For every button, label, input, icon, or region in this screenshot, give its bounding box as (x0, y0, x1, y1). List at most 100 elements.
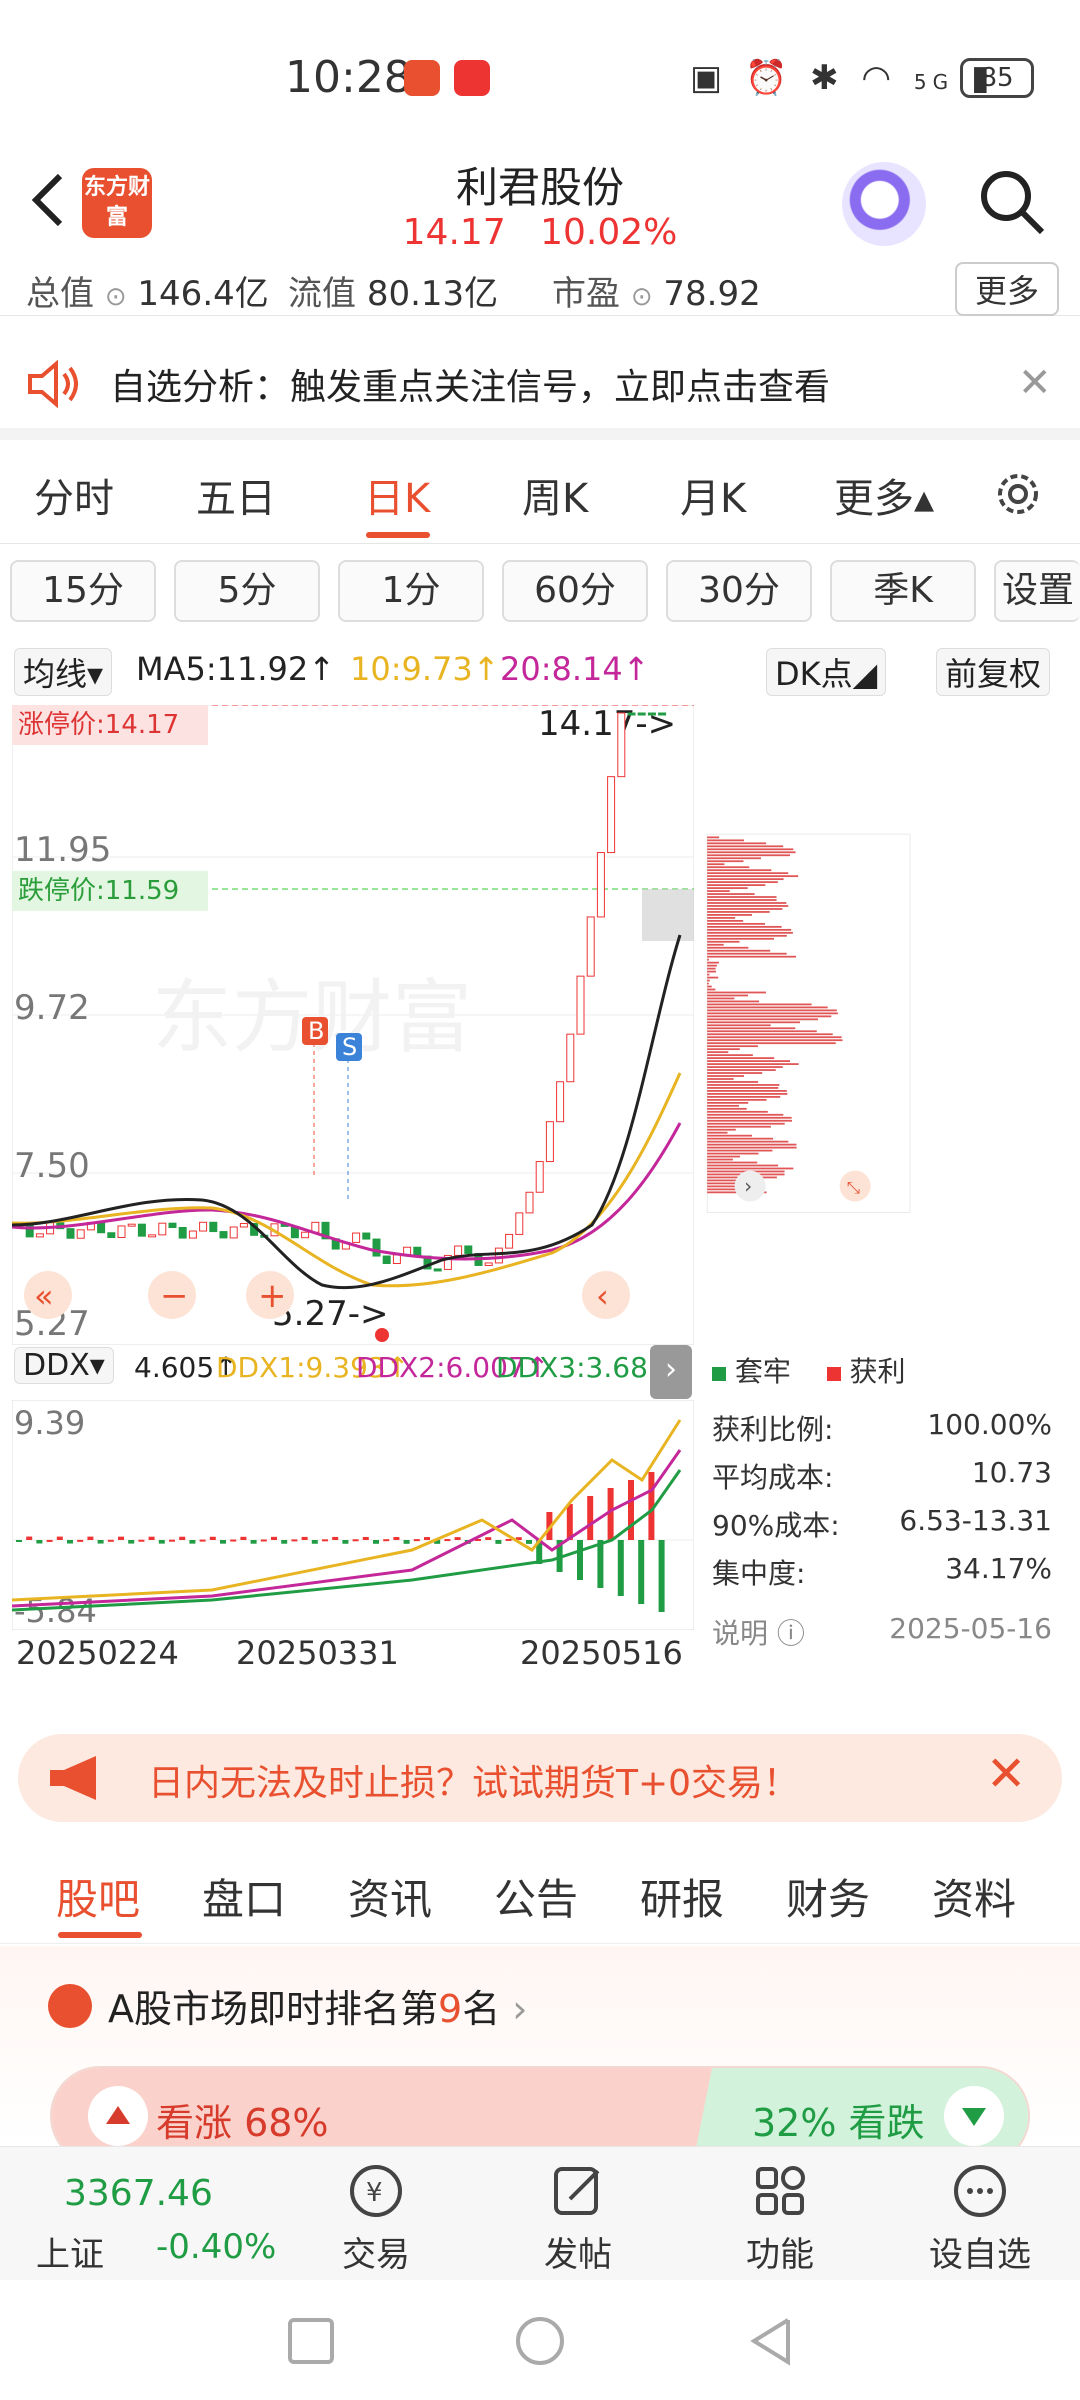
post-button[interactable]: 发帖 (518, 2161, 638, 2276)
home-icon[interactable] (518, 2319, 562, 2363)
close-icon[interactable]: ✕ (986, 1746, 1026, 1802)
period-30m[interactable]: 30分 (666, 560, 812, 622)
tab-orderbook[interactable]: 盘口 (202, 1866, 286, 1927)
current-price-highlight (642, 889, 694, 941)
chip-bar (707, 884, 765, 886)
add-watchlist-button[interactable]: 设自选 (920, 2161, 1040, 2276)
rank-title[interactable]: A股市场即时排名第9名 › (108, 1978, 528, 2033)
tab-intraday[interactable]: 分时 (34, 466, 114, 524)
bullish-label: 看涨 68% (156, 2092, 329, 2147)
chip-bar (707, 1141, 788, 1143)
chip-bar (707, 845, 783, 847)
ddx-bar (189, 1540, 195, 1544)
candle (465, 1246, 472, 1253)
chip-bar (707, 1084, 779, 1086)
notice-text: 自选分析：触发重点关注信号，立即点击查看 (110, 358, 830, 410)
note-link[interactable]: 说明 (712, 1617, 768, 1650)
signal-notice[interactable]: 自选分析：触发重点关注信号，立即点击查看 ✕ (0, 330, 1080, 440)
svg-text:¥: ¥ (366, 2178, 383, 2208)
adjust-selector[interactable]: 前复权 (936, 648, 1050, 696)
active-tab-indicator (58, 1932, 142, 1938)
candle (169, 1223, 176, 1227)
ddx-bar (393, 1537, 399, 1540)
period-settings[interactable]: 设置 (994, 560, 1080, 622)
rank-number: 9 (438, 1987, 462, 2031)
close-icon[interactable]: ✕ (1018, 360, 1052, 406)
chip-bar (707, 932, 793, 934)
ddx-chart[interactable]: 9.39 -5.84 (12, 1400, 694, 1630)
tab-profile[interactable]: 资料 (932, 1866, 1016, 1927)
chevron-right-icon: › (512, 1987, 527, 2031)
kline-chart[interactable]: 东方财富 涨停价:14.17 跌停价:11.59 11.95 9.72 7.50… (12, 705, 694, 1345)
chip-bar (707, 1009, 837, 1011)
tab-monthly-k[interactable]: 月K (680, 466, 746, 524)
gear-icon[interactable] (990, 466, 1046, 522)
vote-down-button[interactable] (944, 2086, 1004, 2146)
chip-bar (707, 854, 790, 856)
period-1m[interactable]: 1分 (338, 560, 484, 622)
post-label: 发帖 (544, 2235, 612, 2275)
more-metrics-button[interactable]: 更多 (955, 262, 1059, 316)
period-15m[interactable]: 15分 (10, 560, 156, 622)
tab-news[interactable]: 资讯 (348, 1866, 432, 1927)
candle (495, 1248, 502, 1263)
chip-distribution-chart[interactable]: › ⤡ (700, 705, 1052, 1345)
chip-bar (707, 1081, 758, 1083)
index-value[interactable]: 3367.46 (64, 2173, 213, 2214)
period-60m[interactable]: 60分 (502, 560, 648, 622)
ddx-expand-icon[interactable]: › (650, 1345, 692, 1399)
tab-more[interactable]: 更多▴ (834, 466, 934, 524)
y-tick: 11.95 (14, 830, 111, 870)
legend-profit: 获利 (849, 1355, 905, 1388)
period-5m[interactable]: 5分 (174, 560, 320, 622)
candle (77, 1230, 84, 1238)
ddx-bar (251, 1540, 257, 1544)
search-icon[interactable] (976, 166, 1048, 238)
recent-apps-icon[interactable] (290, 2320, 332, 2362)
ddx-bar (67, 1540, 73, 1544)
ddx-bar (271, 1537, 277, 1540)
trade-button[interactable]: ¥ 交易 (316, 2161, 436, 2276)
candle (659, 713, 666, 715)
ddx-bar (506, 1539, 512, 1541)
tab-research[interactable]: 研报 (640, 1866, 724, 1927)
legend-trapped: 套牢 (735, 1355, 791, 1388)
chip-bar (707, 1126, 771, 1128)
chip-bar (707, 926, 781, 928)
futures-ad-banner[interactable]: 日内无法及时止损？试试期货T+0交易！ ✕ (18, 1734, 1062, 1822)
candle (546, 1122, 553, 1162)
ma-selector[interactable]: 均线▾ (14, 648, 112, 696)
chip-bar (707, 1075, 744, 1077)
chip-bar (707, 1021, 800, 1023)
chip-bar (707, 956, 796, 958)
tab-weekly-k[interactable]: 周K (522, 466, 588, 524)
tab-five-day[interactable]: 五日 (196, 466, 276, 524)
dk-point-selector[interactable]: DK点◢ (766, 648, 886, 696)
trade-label: 交易 (342, 2235, 410, 2275)
mail-notification-icon (454, 60, 490, 96)
functions-button[interactable]: 功能 (720, 2161, 840, 2276)
ddx-selector[interactable]: DDX▾ (14, 1347, 114, 1384)
chip-bar (707, 968, 715, 970)
ddx-bar (240, 1537, 246, 1540)
assistant-robot-icon[interactable] (842, 162, 926, 246)
ddx-bar (98, 1540, 104, 1544)
ddx-bar (495, 1540, 501, 1544)
period-quarter-k[interactable]: 季K (830, 560, 976, 622)
tab-finance[interactable]: 财务 (786, 1866, 870, 1927)
chip-note-row[interactable]: 说明 ⓘ 2025-05-16 (712, 1612, 1052, 1652)
chip-bar (707, 1033, 833, 1035)
vote-up-button[interactable] (88, 2086, 148, 2146)
ddx-bar (26, 1537, 32, 1540)
tab-guba[interactable]: 股吧 (56, 1866, 140, 1927)
date-axis: 20250224 20250331 20250516 (12, 1630, 694, 1676)
back-nav-icon[interactable] (754, 2320, 788, 2362)
triangle-up-icon (88, 2086, 148, 2146)
chip-bar (707, 881, 778, 883)
total-label: 总值 (26, 274, 94, 314)
candle (393, 1255, 400, 1264)
chip-bar (707, 839, 744, 841)
tab-announcements[interactable]: 公告 (494, 1866, 578, 1927)
tab-daily-k[interactable]: 日K (364, 466, 430, 524)
market-rank-card[interactable]: A股市场即时排名第9名 › 看涨 68% 32% 看跌 (0, 1946, 1080, 2146)
